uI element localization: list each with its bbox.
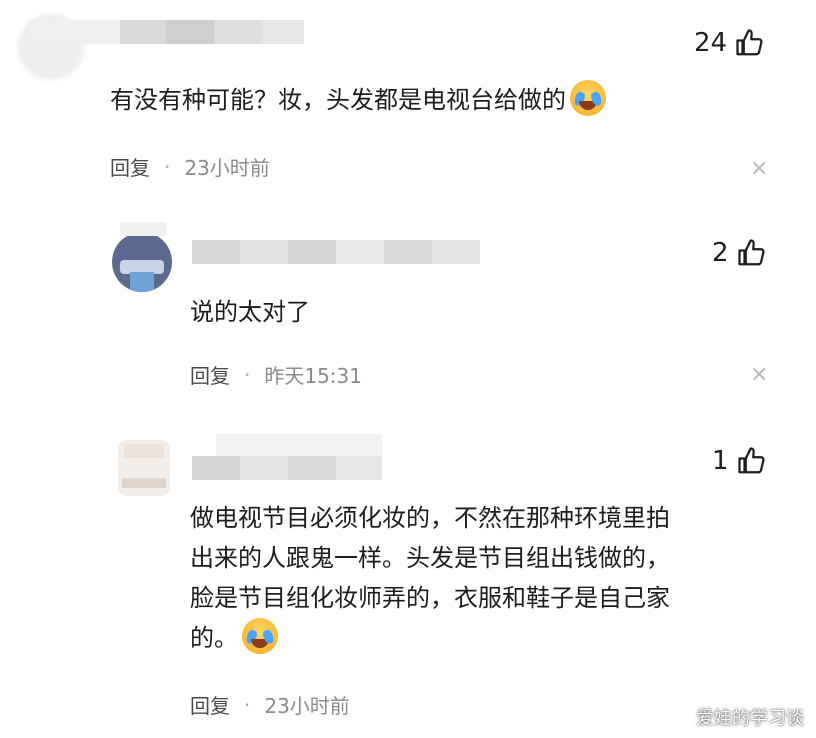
like-button[interactable]: 2	[712, 238, 767, 268]
comment-meta: 回复 · 23小时前	[110, 152, 270, 181]
separator-dot: ·	[244, 362, 251, 387]
crying-laughing-emoji-icon	[242, 618, 278, 654]
comment-meta: 回复 · 昨天15:31	[190, 360, 362, 389]
close-icon[interactable]: ×	[750, 362, 768, 387]
like-count: 1	[712, 446, 729, 476]
like-button[interactable]: 24	[694, 28, 765, 58]
reply-button[interactable]: 回复	[190, 360, 230, 389]
comment-line-last: 的。	[190, 618, 670, 658]
timestamp: 昨天15:31	[264, 364, 362, 388]
thumbs-up-icon	[737, 447, 765, 474]
reply-button[interactable]: 回复	[190, 690, 230, 719]
watermark: 爱娃的学习谈	[696, 708, 804, 729]
thumbs-up-icon	[736, 29, 763, 56]
avatar[interactable]	[112, 232, 172, 292]
comment-text: 做电视节目必须化妆的，不然在那种环境里拍 出来的人跟鬼一样。头发是节目组出钱做的…	[190, 498, 670, 658]
avatar[interactable]	[118, 440, 170, 496]
comment-text: 有没有种可能？妆，头发都是电视台给做的	[110, 80, 606, 120]
comment-meta: 回复 · 23小时前	[190, 690, 350, 719]
comment-line: 脸是节目组化妆师弄的，衣服和鞋子是自己家	[190, 584, 670, 612]
comment-line: 出来的人跟鬼一样。头发是节目组出钱做的，	[190, 544, 670, 572]
separator-dot: ·	[164, 154, 171, 179]
thumbs-up-icon	[737, 239, 765, 266]
crying-laughing-emoji-icon	[570, 80, 606, 116]
timestamp: 23小时前	[184, 156, 270, 180]
separator-dot: ·	[244, 692, 251, 717]
timestamp: 23小时前	[264, 694, 350, 718]
close-icon[interactable]: ×	[750, 156, 768, 181]
comment-text: 说的太对了	[190, 298, 310, 326]
reply-button[interactable]: 回复	[110, 152, 150, 181]
comment-line: 做电视节目必须化妆的，不然在那种环境里拍	[190, 504, 670, 532]
like-count: 24	[694, 28, 728, 58]
like-button[interactable]: 1	[712, 446, 767, 476]
like-count: 2	[712, 238, 729, 268]
